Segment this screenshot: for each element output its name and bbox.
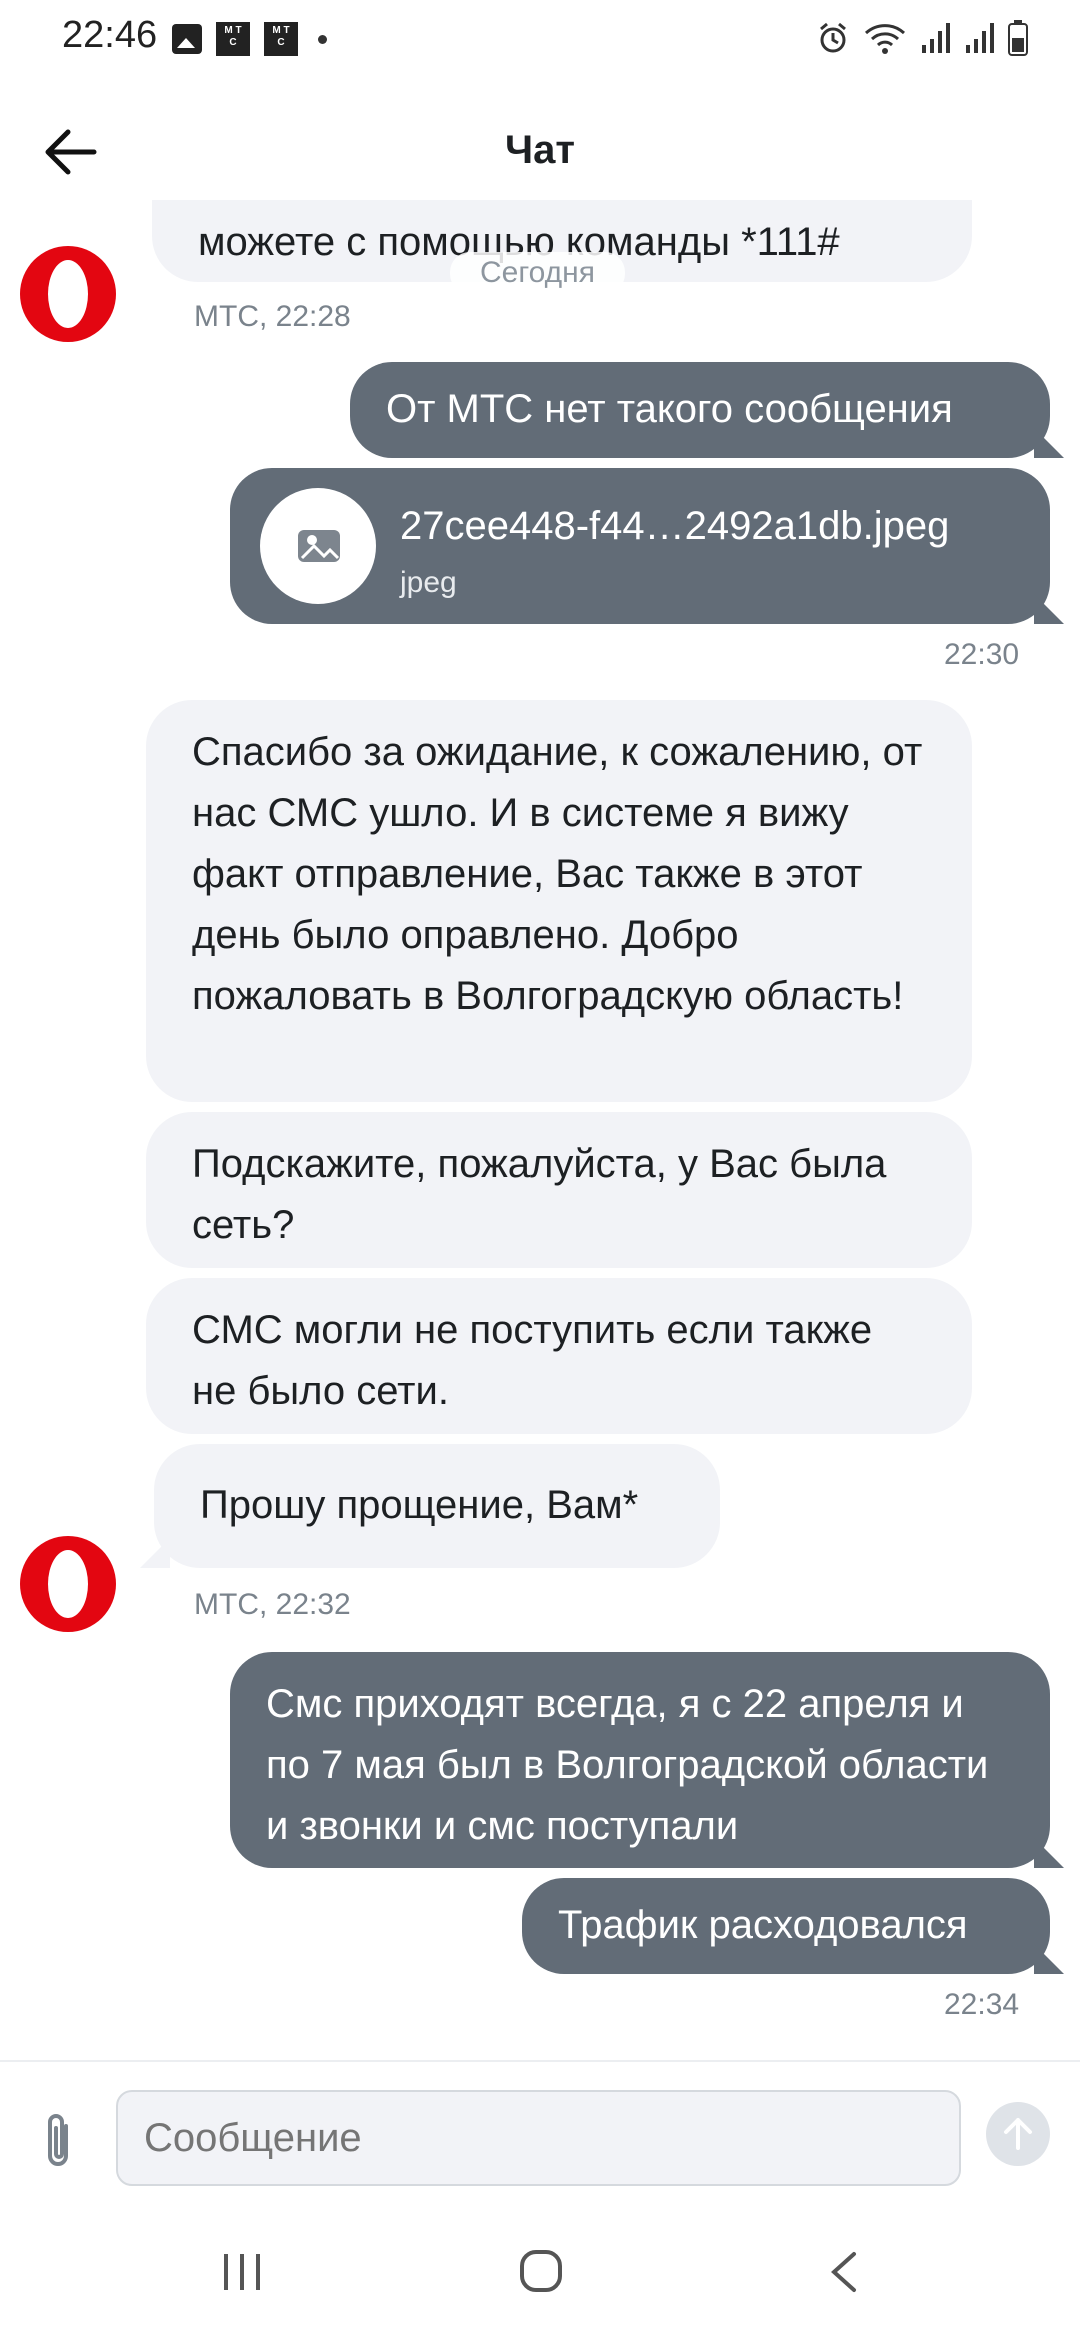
mts-notification-icon: М ТС [216,22,250,56]
chat-messages[interactable]: можете с помощью команды *111# Сегодня М… [0,200,1080,2050]
message-composer [0,2060,1080,2202]
message-incoming[interactable]: Подскажите, пожалуйста, у Вас была сеть? [146,1112,972,1268]
date-separator: Сегодня [450,252,625,294]
status-time: 22:46 [62,14,158,56]
system-icons [816,20,1028,56]
mts-avatar [20,1536,116,1632]
message-outgoing[interactable]: Смс приходят всегда, я с 22 апреля и по … [230,1652,1050,1868]
mts-avatar [20,246,116,342]
file-thumbnail [260,488,376,604]
message-time: 22:34 [944,1988,1020,2021]
message-incoming[interactable]: Спасибо за ожидание, к сожалению, от нас… [146,700,972,1102]
status-bar: 22:46 М ТС М ТС [0,0,1080,80]
chat-header: Чат [0,110,1080,200]
page-title: Чат [505,128,575,172]
signal-icon-2 [966,23,994,53]
message-text: СМС могли не поступить если также не был… [192,1308,873,1413]
alarm-icon [820,22,846,53]
message-incoming[interactable]: СМС могли не поступить если также не был… [146,1278,972,1434]
message-meta: МТС, 22:28 [194,300,351,333]
gallery-notification-icon [172,24,202,54]
message-text: От МТС нет такого сообщения [386,387,953,431]
message-time: 22:30 [944,638,1020,671]
file-type: jpeg [400,566,457,599]
send-arrow-icon [1004,2118,1032,2150]
back-nav-icon[interactable] [826,2250,862,2294]
message-input[interactable] [116,2090,961,2186]
message-meta: МТС, 22:32 [194,1588,351,1621]
message-text: Прошу прощение, Вам* [200,1483,639,1527]
message-text: Смс приходят всегда, я с 22 апреля и по … [266,1682,989,1848]
mts-notification-icon: М ТС [264,22,298,56]
file-name: 27cee448-f44…2492a1db.jpeg [400,504,950,548]
notification-icons: М ТС М ТС [172,22,327,56]
signal-icon [922,23,950,53]
message-text: Трафик расходовался [558,1903,968,1947]
recent-apps-icon[interactable] [220,2250,264,2294]
wifi-icon [864,24,906,54]
more-notifications-icon [318,34,327,44]
home-icon[interactable] [518,2248,564,2294]
message-outgoing[interactable]: От МТС нет такого сообщения [350,362,1050,458]
attach-button[interactable] [36,2112,80,2172]
message-text: Спасибо за ожидание, к сожалению, от нас… [192,730,923,1018]
battery-icon [1008,20,1028,56]
attach-clip-icon [48,2114,68,2166]
message-file-attachment[interactable]: 27cee448-f44…2492a1db.jpeg jpeg [230,468,1050,624]
message-incoming[interactable]: Прошу прощение, Вам* [154,1444,720,1568]
send-button[interactable] [986,2102,1050,2166]
system-nav-bar [0,2200,1080,2340]
image-file-icon [298,530,340,562]
message-text: Подскажите, пожалуйста, у Вас была сеть? [192,1142,887,1247]
message-outgoing[interactable]: Трафик расходовался [522,1878,1050,1974]
